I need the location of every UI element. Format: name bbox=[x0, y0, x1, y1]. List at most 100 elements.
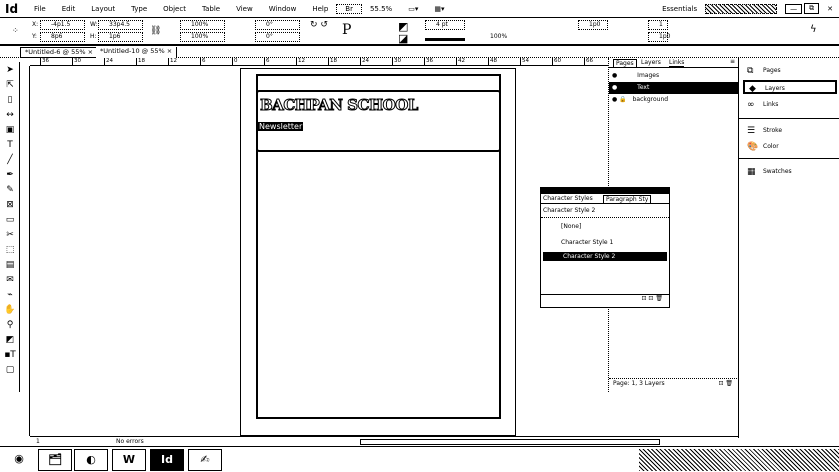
new-style-icon[interactable]: ⊡ ⊡ 🗑 bbox=[541, 294, 669, 304]
tab-character-styles[interactable]: Character Styles bbox=[543, 195, 593, 202]
hand-tool-icon[interactable]: ✋ bbox=[3, 304, 17, 317]
rotation-field[interactable]: 0° bbox=[255, 20, 300, 30]
menu-table[interactable]: Table bbox=[194, 5, 228, 13]
direct-selection-icon[interactable]: ⇱ bbox=[3, 79, 17, 92]
new-layer-icon[interactable]: ⊡ 🗑 bbox=[718, 379, 733, 389]
search-input[interactable] bbox=[705, 3, 778, 14]
ruler-tick-label: 18 bbox=[136, 58, 145, 66]
taskbar-indesign[interactable]: Id bbox=[150, 449, 184, 471]
page-number[interactable]: 1 bbox=[36, 438, 40, 445]
quick-apply-icon[interactable]: ϟ bbox=[810, 24, 817, 35]
menu-window[interactable]: Window bbox=[261, 5, 305, 13]
bridge-button[interactable]: Br bbox=[336, 3, 362, 14]
close-tab-icon[interactable]: × bbox=[88, 48, 93, 56]
transform-icon[interactable]: ⬚ bbox=[3, 244, 17, 257]
constrain-icon[interactable]: ⛓ bbox=[150, 26, 161, 36]
lock-icon[interactable]: 🔒 bbox=[619, 96, 626, 103]
tab-pages[interactable]: Pages bbox=[613, 59, 637, 68]
rectangle-frame-icon[interactable]: ⊠ bbox=[3, 199, 17, 212]
zoom-tool-icon[interactable]: ⚲ bbox=[3, 319, 17, 332]
stroke-icon[interactable]: ◪ bbox=[398, 32, 408, 45]
menu-object[interactable]: Object bbox=[155, 5, 194, 13]
menu-view[interactable]: View bbox=[228, 5, 261, 13]
width-field[interactable]: 33p4.5 bbox=[98, 20, 143, 30]
start-button[interactable]: ◉ bbox=[2, 449, 36, 471]
newsletter-subheading[interactable]: Newsletter bbox=[258, 122, 304, 131]
scissors-icon[interactable]: ✂ bbox=[3, 229, 17, 242]
reference-point-icon[interactable]: ⁘ bbox=[12, 26, 19, 35]
eyedropper-icon[interactable]: ⌁ bbox=[3, 289, 17, 302]
dock-links[interactable]: ∞ Links bbox=[743, 98, 837, 112]
style-character-2[interactable]: Character Style 2 bbox=[543, 252, 667, 261]
rectangle-tool-icon[interactable]: ▭ bbox=[3, 214, 17, 227]
scale-y-field[interactable]: 100% bbox=[180, 32, 225, 42]
scale-x-field[interactable]: 100% bbox=[180, 20, 225, 30]
taskbar-chrome[interactable]: ◐ bbox=[74, 449, 108, 471]
dock-layers[interactable]: ◆ Layers bbox=[743, 80, 837, 94]
eye-icon[interactable]: ● bbox=[612, 84, 617, 91]
dock-stroke[interactable]: ☰ Stroke bbox=[743, 124, 837, 138]
page-tool-icon[interactable]: ▯ bbox=[3, 94, 17, 107]
zoom-level[interactable]: 55.5% bbox=[362, 5, 400, 13]
pencil-tool-icon[interactable]: ✎ bbox=[3, 184, 17, 197]
close-tab-icon[interactable]: × bbox=[167, 47, 172, 55]
menu-help[interactable]: Help bbox=[304, 5, 336, 13]
layer-row[interactable]: ● 🔒 background bbox=[609, 94, 739, 106]
menu-type[interactable]: Type bbox=[123, 5, 155, 13]
taskbar-explorer[interactable]: 🗂 bbox=[38, 449, 72, 471]
close-button[interactable]: ✕ bbox=[821, 5, 839, 13]
workspace-switcher[interactable]: Essentials bbox=[662, 5, 697, 13]
restore-button[interactable]: ⧉ bbox=[804, 3, 820, 14]
type-tool-icon[interactable]: T bbox=[3, 139, 17, 152]
gradient-icon[interactable]: ▤ bbox=[3, 259, 17, 272]
rotate-icon[interactable]: ↻ ↺ bbox=[310, 20, 328, 30]
taskbar-word[interactable]: W bbox=[112, 449, 146, 471]
menu-edit[interactable]: Edit bbox=[54, 5, 84, 13]
eye-icon[interactable]: ● bbox=[612, 72, 617, 79]
minimize-button[interactable]: — bbox=[785, 3, 803, 14]
columns-field[interactable]: 1 bbox=[648, 20, 668, 30]
stroke-weight-field[interactable]: 4 pt bbox=[425, 20, 465, 30]
dock-pages[interactable]: ⧉ Pages bbox=[743, 64, 837, 78]
tab-paragraph-styles[interactable]: Paragraph Sty bbox=[603, 195, 652, 204]
y-field[interactable]: 8p6 bbox=[40, 32, 85, 42]
arrange-icon[interactable]: ▦▾ bbox=[426, 5, 452, 13]
panel-menu-icon[interactable]: ≡ bbox=[730, 58, 735, 65]
paragraph-icon[interactable]: P bbox=[342, 22, 351, 38]
selection-tool-icon[interactable]: ➤ bbox=[3, 64, 17, 77]
content-collector-icon[interactable]: ▣ bbox=[3, 124, 17, 137]
pen-tool-icon[interactable]: ✒ bbox=[3, 169, 17, 182]
stroke-type-select[interactable] bbox=[425, 38, 465, 41]
formatting-icon[interactable]: ▪T bbox=[3, 349, 17, 362]
taskbar-app[interactable]: ✍ bbox=[188, 449, 222, 471]
offset-field[interactable]: 1p0 bbox=[578, 20, 608, 30]
line-tool-icon[interactable]: ╱ bbox=[3, 154, 17, 167]
horizontal-scrollbar[interactable] bbox=[360, 439, 660, 445]
tab-untitled-6[interactable]: *Untitled-6 @ 55% × bbox=[20, 47, 99, 58]
style-character-1[interactable]: Character Style 1 bbox=[541, 235, 669, 250]
x-field[interactable]: -4p1.5 bbox=[40, 20, 85, 30]
tab-layers[interactable]: Layers bbox=[641, 59, 661, 66]
note-icon[interactable]: ✉ bbox=[3, 274, 17, 287]
view-mode-icon[interactable]: ▢ bbox=[3, 364, 17, 377]
layer-row[interactable]: ● Images bbox=[609, 70, 739, 82]
gap-tool-icon[interactable]: ↔ bbox=[3, 109, 17, 122]
menu-file[interactable]: File bbox=[26, 5, 54, 13]
dock-color[interactable]: 🎨 Color bbox=[743, 140, 837, 154]
eye-icon[interactable]: ● bbox=[612, 96, 617, 103]
tab-untitled-10[interactable]: *Untitled-10 @ 55% × bbox=[96, 47, 178, 58]
dock-swatches[interactable]: ▦ Swatches bbox=[743, 165, 837, 179]
fill-stroke-icon[interactable]: ◩ bbox=[3, 334, 17, 347]
opacity-field[interactable]: 100% bbox=[490, 33, 507, 40]
indesign-logo: Id bbox=[5, 1, 19, 16]
layer-row-selected[interactable]: ● Text bbox=[609, 82, 739, 94]
shear-field[interactable]: 0° bbox=[255, 32, 300, 42]
newsletter-heading[interactable]: BACHPAN SCHOOL bbox=[260, 96, 419, 115]
height-field[interactable]: 1p6 bbox=[98, 32, 143, 42]
gutter-field[interactable]: 1p0 bbox=[648, 32, 670, 42]
menu-layout[interactable]: Layout bbox=[83, 5, 123, 13]
preflight-status[interactable]: No errors bbox=[116, 438, 144, 445]
tab-links[interactable]: Links bbox=[669, 59, 685, 67]
screen-mode-icon[interactable]: ▭▾ bbox=[400, 5, 426, 13]
style-none[interactable]: [None] bbox=[541, 218, 669, 235]
